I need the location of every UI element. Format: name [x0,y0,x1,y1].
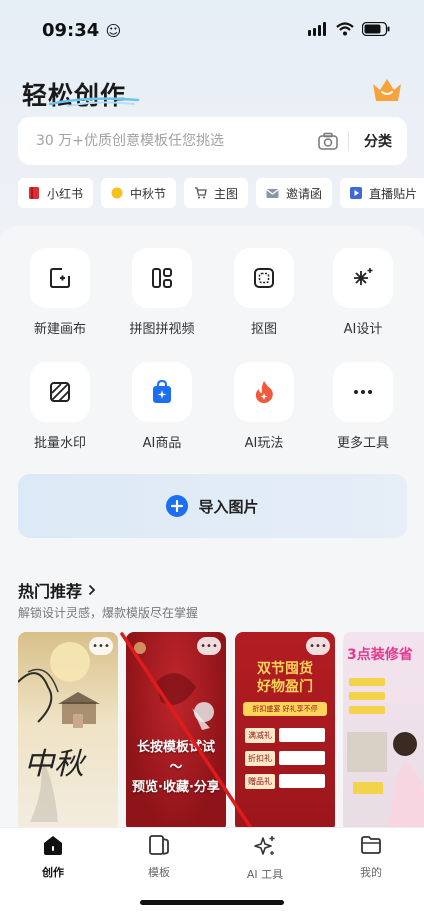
flame-icon [255,381,273,403]
card-art-2 [134,642,214,730]
tab-mine[interactable]: 我的 [331,834,411,880]
card-art-1 [18,642,100,822]
template-card-2[interactable]: 长按模板试试 ～ 预览·收藏·分享 ••• [126,632,226,832]
category-chips: 小红书 中秋节 主图 邀请函 直播贴片 [18,178,424,208]
smiley-icon: ☺ [105,22,122,40]
collage-icon [152,268,172,288]
card-2-overlay: 长按模板试试 ～ 预览·收藏·分享 [132,740,220,795]
status-time: 09:34 ☺ [42,20,122,41]
envelope-icon [266,188,279,198]
card-3-headline: 双节囤货 好物盈门 [257,661,313,695]
classify-button[interactable]: 分类 [349,131,407,151]
tool-more[interactable]: 更多工具 [318,362,408,451]
tool-batch-watermark[interactable]: 批量水印 [15,362,105,451]
card-3-ribbon: 折扣盛宴 好礼享不停 [243,702,327,716]
tab-template[interactable]: 模板 [119,834,199,880]
play-icon [350,187,363,199]
shopping-bag-icon [153,380,171,403]
chip-live-sticker[interactable]: 直播贴片 [340,178,424,208]
more-icon [354,390,372,394]
status-bar: 09:34 ☺ [0,0,424,60]
hot-recommend-subtitle: 解锁设计灵感，爆款模版尽在掌握 [18,606,199,620]
card-3-more-button[interactable]: ••• [306,637,330,655]
search-input[interactable] [18,133,308,149]
home-indicator [140,900,284,905]
battery-icon [362,22,390,36]
cutout-icon [254,268,274,288]
tool-ai-design[interactable]: AI设计 [318,248,408,337]
template-card-1[interactable]: 中秋 ••• [18,632,118,832]
chip-mid-autumn[interactable]: 中秋节 [101,178,177,208]
tool-ai-product[interactable]: AI商品 [117,362,207,451]
tab-create[interactable]: 创作 [13,834,93,880]
new-canvas-icon [50,268,70,288]
ai-tools-icon [254,836,275,855]
home-icon [44,836,62,855]
chip-main-image[interactable]: 主图 [184,178,249,208]
cart-icon [195,187,207,199]
signal-icon [308,22,326,36]
camera-icon[interactable] [308,132,348,150]
tool-ai-play[interactable]: AI玩法 [219,362,309,451]
hot-recommend-title[interactable]: 热门推荐 [18,578,96,602]
tool-collage[interactable]: 拼图拼视频 [117,248,207,337]
template-icon [149,835,169,855]
card-art-4 [347,678,424,832]
watermark-icon [50,382,70,402]
tab-ai-tools[interactable]: AI 工具 [225,834,305,882]
card-2-more-button[interactable]: ••• [197,637,221,655]
card-1-more-button[interactable]: ••• [89,637,113,655]
moon-icon [111,187,123,199]
folder-icon [361,836,381,854]
tool-cutout[interactable]: 抠图 [219,248,309,337]
card-1-calligraphy: 中秋 [24,747,84,782]
sparkle-icon [354,268,373,285]
plus-circle-icon [166,495,189,517]
search-bar: 分类 [18,117,407,165]
tool-new-canvas[interactable]: 新建画布 [15,248,105,337]
wifi-icon [336,22,354,36]
card-3-list: 满减礼 折扣礼 赠品礼 [245,728,325,789]
template-card-3[interactable]: 双节囤货 好物盈门 折扣盛宴 好礼享不停 满减礼 折扣礼 赠品礼 ••• [235,632,335,832]
import-image-button[interactable]: 导入图片 [18,474,407,538]
chip-invitation[interactable]: 邀请函 [256,178,333,208]
chevron-right-icon [88,584,96,596]
vip-crown-icon[interactable] [370,75,404,109]
brand-swoosh [48,97,140,107]
template-card-4[interactable]: 3点装修省 [343,632,424,832]
chip-xiaohongshu[interactable]: 小红书 [18,178,94,208]
red-book-icon [29,187,39,199]
